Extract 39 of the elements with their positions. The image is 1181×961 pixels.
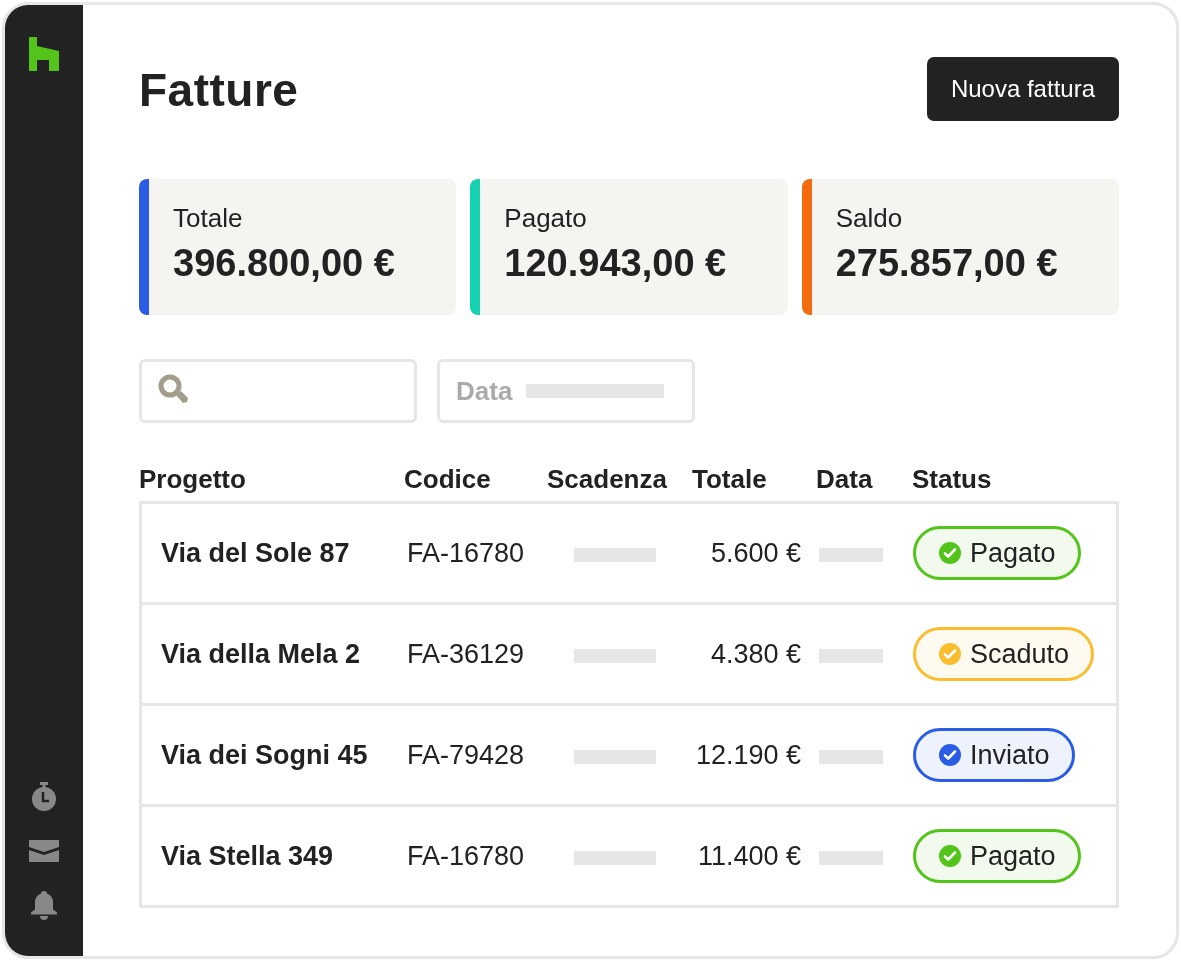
envelope-icon[interactable] [29,840,59,862]
redacted-bar [819,648,883,663]
new-invoice-button[interactable]: Nuova fattura [926,57,1119,121]
code-cell-text: FA-36129 [407,638,526,670]
bell-icon[interactable] [29,890,59,920]
project-cell-text: Via dei Sogni 45 [160,739,369,771]
column-header: Scadenza [547,463,668,495]
summary-label: Pagato [504,203,588,234]
summary-label: Totale [173,203,244,234]
total-cell-text: 5.600 € [709,537,802,569]
house-logo-icon[interactable] [29,37,59,71]
project-cell-text: Via del Sole 87 [160,537,351,569]
project-cell-text: Via Stella 349 [160,840,335,872]
total-cell-text: 12.190 € [695,739,802,771]
status-badge: Inviato [913,728,1075,782]
total-cell-text: 4.380 € [709,638,802,670]
code-cell-text: FA-79428 [407,739,526,771]
column-header: Progetto [139,463,247,495]
project-cell-text: Via della Mela 2 [160,638,362,670]
status-badge: Pagato [913,829,1081,883]
status-badge: Pagato [913,526,1081,580]
redacted-bar [819,749,883,764]
status-badge: Scaduto [913,627,1095,681]
code-cell-text: FA-16780 [407,840,526,872]
summary-value: 396.800,00 € [173,242,396,285]
code-cell-text: FA-16780 [407,537,526,569]
redacted-bar [819,547,883,562]
redacted-bar [819,850,883,865]
search-field[interactable] [139,359,417,423]
column-header: Codice [404,463,492,495]
column-header: Data [816,463,874,495]
column-header: Totale [692,463,768,495]
summary-value: 275.857,00 € [835,242,1059,285]
column-header: Status [912,463,993,495]
summary-value: 120.943,00 € [504,242,728,285]
stopwatch-icon[interactable] [30,782,58,812]
page-title: Fatture [139,63,299,117]
total-cell-text: 11.400 € [696,840,802,872]
summary-label: Saldo [835,203,904,234]
